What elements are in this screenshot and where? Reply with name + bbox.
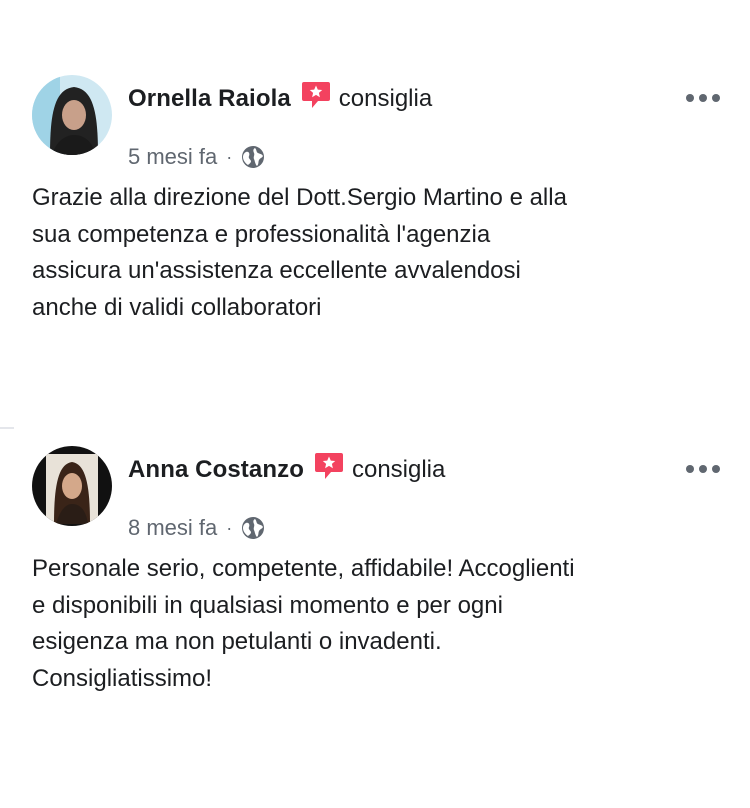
author-name[interactable]: Anna Costanzo [128,456,304,484]
review-meta: 5 mesi fa · [128,144,265,170]
more-options-icon[interactable] [686,463,720,475]
globe-icon [241,516,265,540]
review-text: Personale serio, competente, affidabile!… [32,555,575,692]
recommend-star-icon [301,80,331,110]
divider [0,427,14,429]
separator: · [226,517,233,538]
globe-icon [241,145,265,169]
recommend-label: consiglia [351,456,446,483]
timestamp[interactable]: 5 mesi fa [128,144,217,170]
review-text: Grazie alla direzione del Dott.Sergio Ma… [32,184,567,321]
timestamp[interactable]: 8 mesi fa [128,515,217,541]
recommend-star-icon [314,451,344,481]
recommend-label: consiglia [338,85,433,112]
separator: · [226,146,233,167]
review-meta: 8 mesi fa · [128,515,265,541]
avatar[interactable] [32,446,112,526]
avatar[interactable] [32,75,112,155]
author-name[interactable]: Ornella Raiola [128,85,291,113]
more-options-icon[interactable] [686,92,720,104]
